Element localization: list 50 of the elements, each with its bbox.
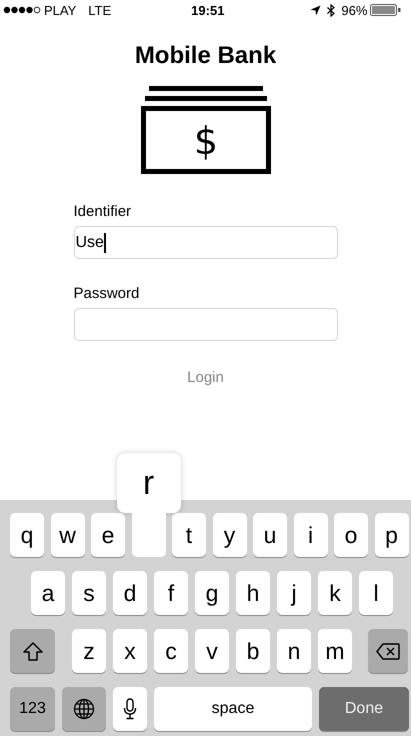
keyboard-key[interactable]: x bbox=[113, 629, 147, 673]
shift-key[interactable] bbox=[10, 629, 55, 673]
keyboard-key[interactable]: a bbox=[31, 571, 65, 615]
keyboard-key[interactable]: t bbox=[172, 513, 206, 557]
backspace-icon bbox=[376, 642, 400, 660]
globe-icon bbox=[73, 698, 95, 720]
shift-icon bbox=[22, 642, 42, 660]
done-key[interactable]: Done bbox=[319, 687, 409, 731]
keyboard-key[interactable]: e bbox=[91, 513, 125, 557]
app-title: Mobile Bank bbox=[134, 42, 276, 70]
keyboard-key[interactable]: f bbox=[154, 571, 188, 615]
space-key[interactable]: space bbox=[154, 687, 312, 731]
keyboard-key[interactable]: n bbox=[277, 629, 311, 673]
keyboard-key[interactable]: c bbox=[154, 629, 188, 673]
keyboard-key[interactable]: v bbox=[195, 629, 229, 673]
keyboard-key[interactable]: d bbox=[113, 571, 147, 615]
keyboard-key[interactable]: z bbox=[72, 629, 106, 673]
microphone-icon bbox=[123, 698, 137, 720]
keyboard-key[interactable]: m bbox=[318, 629, 352, 673]
battery-icon bbox=[370, 4, 402, 16]
delete-key[interactable] bbox=[368, 629, 408, 673]
keyboard-key[interactable]: y bbox=[212, 513, 246, 557]
keyboard-key[interactable]: h bbox=[236, 571, 270, 615]
login-button[interactable]: Login bbox=[187, 369, 224, 386]
field-label: Password bbox=[74, 285, 140, 302]
keyboard-key[interactable]: j bbox=[277, 571, 311, 615]
signal-icon bbox=[3, 6, 41, 14]
keyboard-key[interactable]: u bbox=[253, 513, 287, 557]
keyboard-key[interactable]: p bbox=[374, 513, 408, 557]
numbers-key[interactable]: 123 bbox=[10, 687, 55, 731]
keyboard-key[interactable]: s bbox=[72, 571, 106, 615]
keyboard-key[interactable]: k bbox=[318, 571, 352, 615]
battery-percent: 96% bbox=[341, 2, 368, 18]
keyboard-key[interactable]: w bbox=[50, 513, 84, 557]
carrier-name: PLAY bbox=[44, 2, 76, 18]
keyboard-key[interactable]: b bbox=[236, 629, 270, 673]
dictation-key[interactable] bbox=[113, 687, 147, 731]
status-time: 19:51 bbox=[191, 2, 224, 18]
location-arrow-icon bbox=[310, 4, 322, 16]
network-type: LTE bbox=[88, 2, 112, 18]
keyboard-key[interactable]: q bbox=[10, 513, 44, 557]
field-label: Identifier bbox=[74, 203, 132, 220]
input-field[interactable] bbox=[74, 308, 338, 341]
globe-key[interactable] bbox=[62, 687, 106, 731]
keyboard-key[interactable]: i bbox=[294, 513, 328, 557]
keyboard-key[interactable]: o bbox=[334, 513, 368, 557]
keyboard-key[interactable]: g bbox=[195, 571, 229, 615]
bluetooth-icon bbox=[327, 4, 336, 16]
keyboard-key[interactable]: l bbox=[359, 571, 393, 615]
input-field[interactable]: Use bbox=[74, 226, 338, 259]
